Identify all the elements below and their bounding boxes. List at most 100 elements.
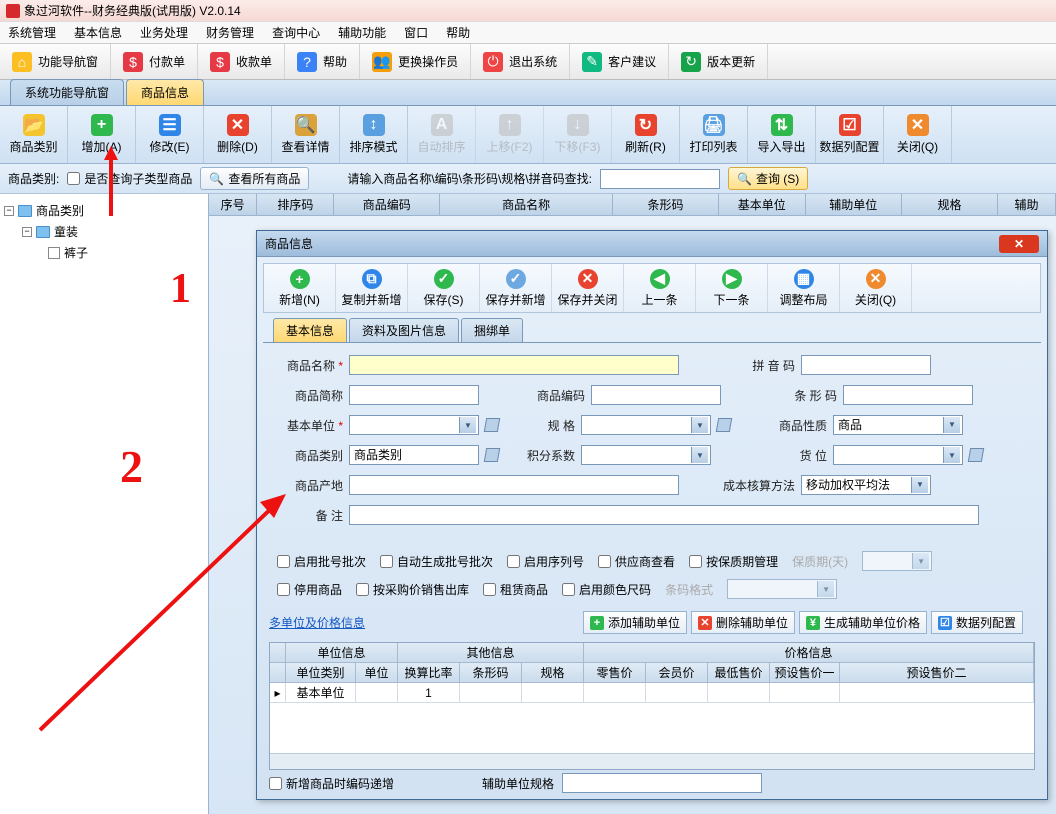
sub-btn-删除辅助单位[interactable]: ✕删除辅助单位 [691, 611, 795, 634]
ribbon-排序模式[interactable]: ↕排序模式 [340, 106, 408, 163]
toolbar-帮助[interactable]: ?帮助 [285, 44, 360, 79]
inner-grid-col[interactable]: 会员价 [646, 663, 708, 683]
dialog-tb-保存并新增[interactable]: ✓保存并新增 [480, 264, 552, 312]
checkbox-供应商查看[interactable]: 供应商查看 [598, 553, 675, 570]
grid-col[interactable]: 排序码 [257, 194, 334, 215]
inner-grid-col[interactable]: 预设售价二 [840, 663, 1034, 683]
short-name-input[interactable] [349, 385, 479, 405]
checkbox-启用序列号[interactable]: 启用序列号 [507, 553, 584, 570]
dialog-tb-调整布局[interactable]: ▦调整布局 [768, 264, 840, 312]
dialog-tb-新增(N)[interactable]: +新增(N) [264, 264, 336, 312]
toolbar-版本更新[interactable]: ↻版本更新 [669, 44, 768, 79]
unit-grid-row[interactable]: ▸ 基本单位 1 [270, 683, 1034, 703]
toolbar-收款单[interactable]: $收款单 [198, 44, 285, 79]
view-all-button[interactable]: 🔍查看所有商品 [200, 167, 309, 190]
ribbon-删除(D)[interactable]: ✕删除(D) [204, 106, 272, 163]
pinyin-input[interactable] [801, 355, 931, 375]
dialog-tb-关闭(Q)[interactable]: ✕关闭(Q) [840, 264, 912, 312]
category-field[interactable]: 商品类别 [349, 445, 479, 465]
toolbar-更换操作员[interactable]: 👥更换操作员 [360, 44, 471, 79]
inner-grid-col[interactable]: 单位 [356, 663, 398, 683]
ribbon-增加(A)[interactable]: +增加(A) [68, 106, 136, 163]
grid-col[interactable]: 条形码 [613, 194, 719, 215]
lookup-icon[interactable] [968, 448, 984, 462]
lookup-icon[interactable] [716, 418, 732, 432]
checkbox-停用商品[interactable]: 停用商品 [277, 581, 342, 598]
lookup-icon[interactable] [484, 418, 500, 432]
grid-col[interactable]: 辅助 [998, 194, 1056, 215]
inner-grid-col[interactable]: 规格 [522, 663, 584, 683]
search-input[interactable] [600, 169, 720, 189]
cost-method-combo[interactable]: 移动加权平均法 [801, 475, 931, 495]
ribbon-查看详情[interactable]: 🔍查看详情 [272, 106, 340, 163]
search-button[interactable]: 🔍查询 (S) [728, 167, 808, 190]
tree-toggle-icon[interactable]: − [22, 227, 32, 237]
dialog-tb-上一条[interactable]: ◀上一条 [624, 264, 696, 312]
grid-col[interactable]: 规格 [902, 194, 998, 215]
ribbon-打印列表[interactable]: 🖨打印列表 [680, 106, 748, 163]
tab-basic-info[interactable]: 基本信息 [273, 318, 347, 342]
inner-grid-col[interactable]: 零售价 [584, 663, 646, 683]
ribbon-修改(E)[interactable]: ☰修改(E) [136, 106, 204, 163]
grid-col[interactable]: 商品编码 [334, 194, 440, 215]
toolbar-客户建议[interactable]: ✎客户建议 [570, 44, 669, 79]
sub-btn-添加辅助单位[interactable]: +添加辅助单位 [583, 611, 687, 634]
auto-increment-checkbox[interactable]: 新增商品时编码递增 [269, 775, 394, 792]
checkbox-租赁商品[interactable]: 租赁商品 [483, 581, 548, 598]
checkbox-按保质期管理[interactable]: 按保质期管理 [689, 553, 778, 570]
menu-finance[interactable]: 财务管理 [206, 24, 254, 41]
dialog-tb-复制并新增[interactable]: ⧉复制并新增 [336, 264, 408, 312]
sub-btn-生成辅助单位价格[interactable]: ¥生成辅助单位价格 [799, 611, 927, 634]
sub-btn-数据列配置[interactable]: ☑数据列配置 [931, 611, 1023, 634]
tab-bundle[interactable]: 捆绑单 [461, 318, 523, 342]
toolbar-功能导航窗[interactable]: ⌂功能导航窗 [0, 44, 111, 79]
ribbon-关闭(Q)[interactable]: ✕关闭(Q) [884, 106, 952, 163]
tab-nav[interactable]: 系统功能导航窗 [10, 79, 124, 105]
filter-subcat-checkbox[interactable]: 是否查询子类型商品 [67, 170, 192, 187]
inner-grid-col[interactable]: 预设售价一 [770, 663, 840, 683]
ribbon-刷新(R)[interactable]: ↻刷新(R) [612, 106, 680, 163]
menu-window[interactable]: 窗口 [404, 24, 428, 41]
close-button[interactable]: ✕ [999, 235, 1039, 253]
inner-grid-col[interactable]: 换算比率 [398, 663, 460, 683]
menu-aux[interactable]: 辅助功能 [338, 24, 386, 41]
tree-root[interactable]: − 商品类别 [4, 200, 204, 221]
ribbon-导入导出[interactable]: ⇅导入导出 [748, 106, 816, 163]
tree-child-1[interactable]: − 童装 [4, 221, 204, 242]
h-scrollbar[interactable] [270, 753, 1034, 769]
checkbox-按采购价销售出库[interactable]: 按采购价销售出库 [356, 581, 469, 598]
checkbox-启用批号批次[interactable]: 启用批号批次 [277, 553, 366, 570]
checkbox-启用颜色尺码[interactable]: 启用颜色尺码 [562, 581, 651, 598]
unit-combo[interactable] [349, 415, 479, 435]
toolbar-退出系统[interactable]: ⏻退出系统 [471, 44, 570, 79]
checkbox-自动生成批号批次[interactable]: 自动生成批号批次 [380, 553, 493, 570]
dialog-tb-保存并关闭[interactable]: ✕保存并关闭 [552, 264, 624, 312]
aux-unit-spec-input[interactable] [562, 773, 762, 793]
grid-col[interactable]: 序号 [209, 194, 257, 215]
tab-material-info[interactable]: 资料及图片信息 [349, 318, 459, 342]
toolbar-付款单[interactable]: $付款单 [111, 44, 198, 79]
inner-grid-col[interactable]: 最低售价 [708, 663, 770, 683]
multi-unit-link[interactable]: 多单位及价格信息 [269, 614, 365, 631]
menu-help[interactable]: 帮助 [446, 24, 470, 41]
inner-grid-col[interactable]: 单位类别 [286, 663, 356, 683]
menu-business[interactable]: 业务处理 [140, 24, 188, 41]
menu-basic[interactable]: 基本信息 [74, 24, 122, 41]
grid-col[interactable]: 辅助单位 [806, 194, 902, 215]
tree-child-2[interactable]: 裤子 [4, 242, 204, 263]
grid-col[interactable]: 基本单位 [719, 194, 806, 215]
origin-input[interactable] [349, 475, 679, 495]
lookup-icon[interactable] [484, 448, 500, 462]
nature-combo[interactable]: 商品 [833, 415, 963, 435]
menu-query[interactable]: 查询中心 [272, 24, 320, 41]
grid-col[interactable]: 商品名称 [440, 194, 613, 215]
spec-combo[interactable] [581, 415, 711, 435]
tree-toggle-icon[interactable]: − [4, 206, 14, 216]
tab-product[interactable]: 商品信息 [126, 79, 204, 105]
inner-grid-col[interactable]: 条形码 [460, 663, 522, 683]
ribbon-数据列配置[interactable]: ☑数据列配置 [816, 106, 884, 163]
dialog-tb-保存(S)[interactable]: ✓保存(S) [408, 264, 480, 312]
dialog-tb-下一条[interactable]: ▶下一条 [696, 264, 768, 312]
product-code-input[interactable] [591, 385, 721, 405]
slot-combo[interactable] [833, 445, 963, 465]
